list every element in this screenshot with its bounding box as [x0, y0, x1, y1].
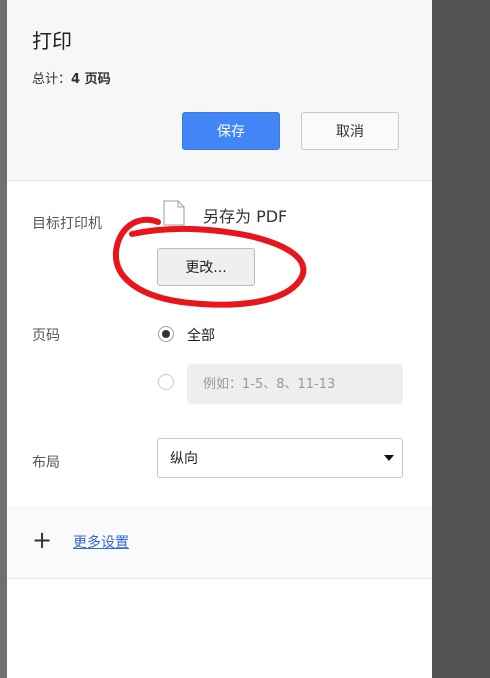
destination-name: 另存为 PDF	[203, 207, 288, 226]
more-settings-link[interactable]: 更多设置	[73, 532, 129, 552]
pages-all-radio[interactable]	[158, 326, 174, 342]
pages-label: 页码	[32, 328, 60, 344]
plus-icon[interactable]: +	[32, 528, 52, 552]
page-title: 打印	[32, 29, 72, 53]
layout-select[interactable]: 纵向	[157, 438, 403, 478]
print-settings-panel: 打印 总计：4 页码 保存 取消 目标打印机 另存为 PDF 更改... 页码 …	[7, 0, 432, 678]
caret-down-icon	[384, 455, 394, 461]
layout-selected-value: 纵向	[170, 451, 198, 467]
header-divider	[7, 180, 432, 181]
pages-custom-input[interactable]	[187, 364, 403, 404]
more-settings-row: + 更多设置	[7, 506, 432, 578]
more-divider-bottom	[7, 578, 432, 579]
pages-custom-radio[interactable]	[158, 374, 174, 390]
layout-label: 布局	[32, 455, 60, 471]
total-pages-value: 4 页码	[71, 72, 111, 87]
save-button[interactable]: 保存	[182, 112, 280, 150]
window-left-edge	[0, 0, 7, 678]
pages-all-label: 全部	[187, 328, 215, 344]
total-pages-prefix: 总计：	[32, 72, 72, 87]
print-header: 打印 总计：4 页码 保存 取消	[7, 0, 432, 180]
total-pages: 总计：4 页码	[32, 68, 111, 87]
cancel-button[interactable]: 取消	[301, 112, 399, 150]
destination-label: 目标打印机	[32, 216, 102, 232]
change-destination-button[interactable]: 更改...	[157, 248, 255, 286]
preview-area	[432, 0, 490, 678]
pdf-file-icon	[163, 200, 185, 226]
